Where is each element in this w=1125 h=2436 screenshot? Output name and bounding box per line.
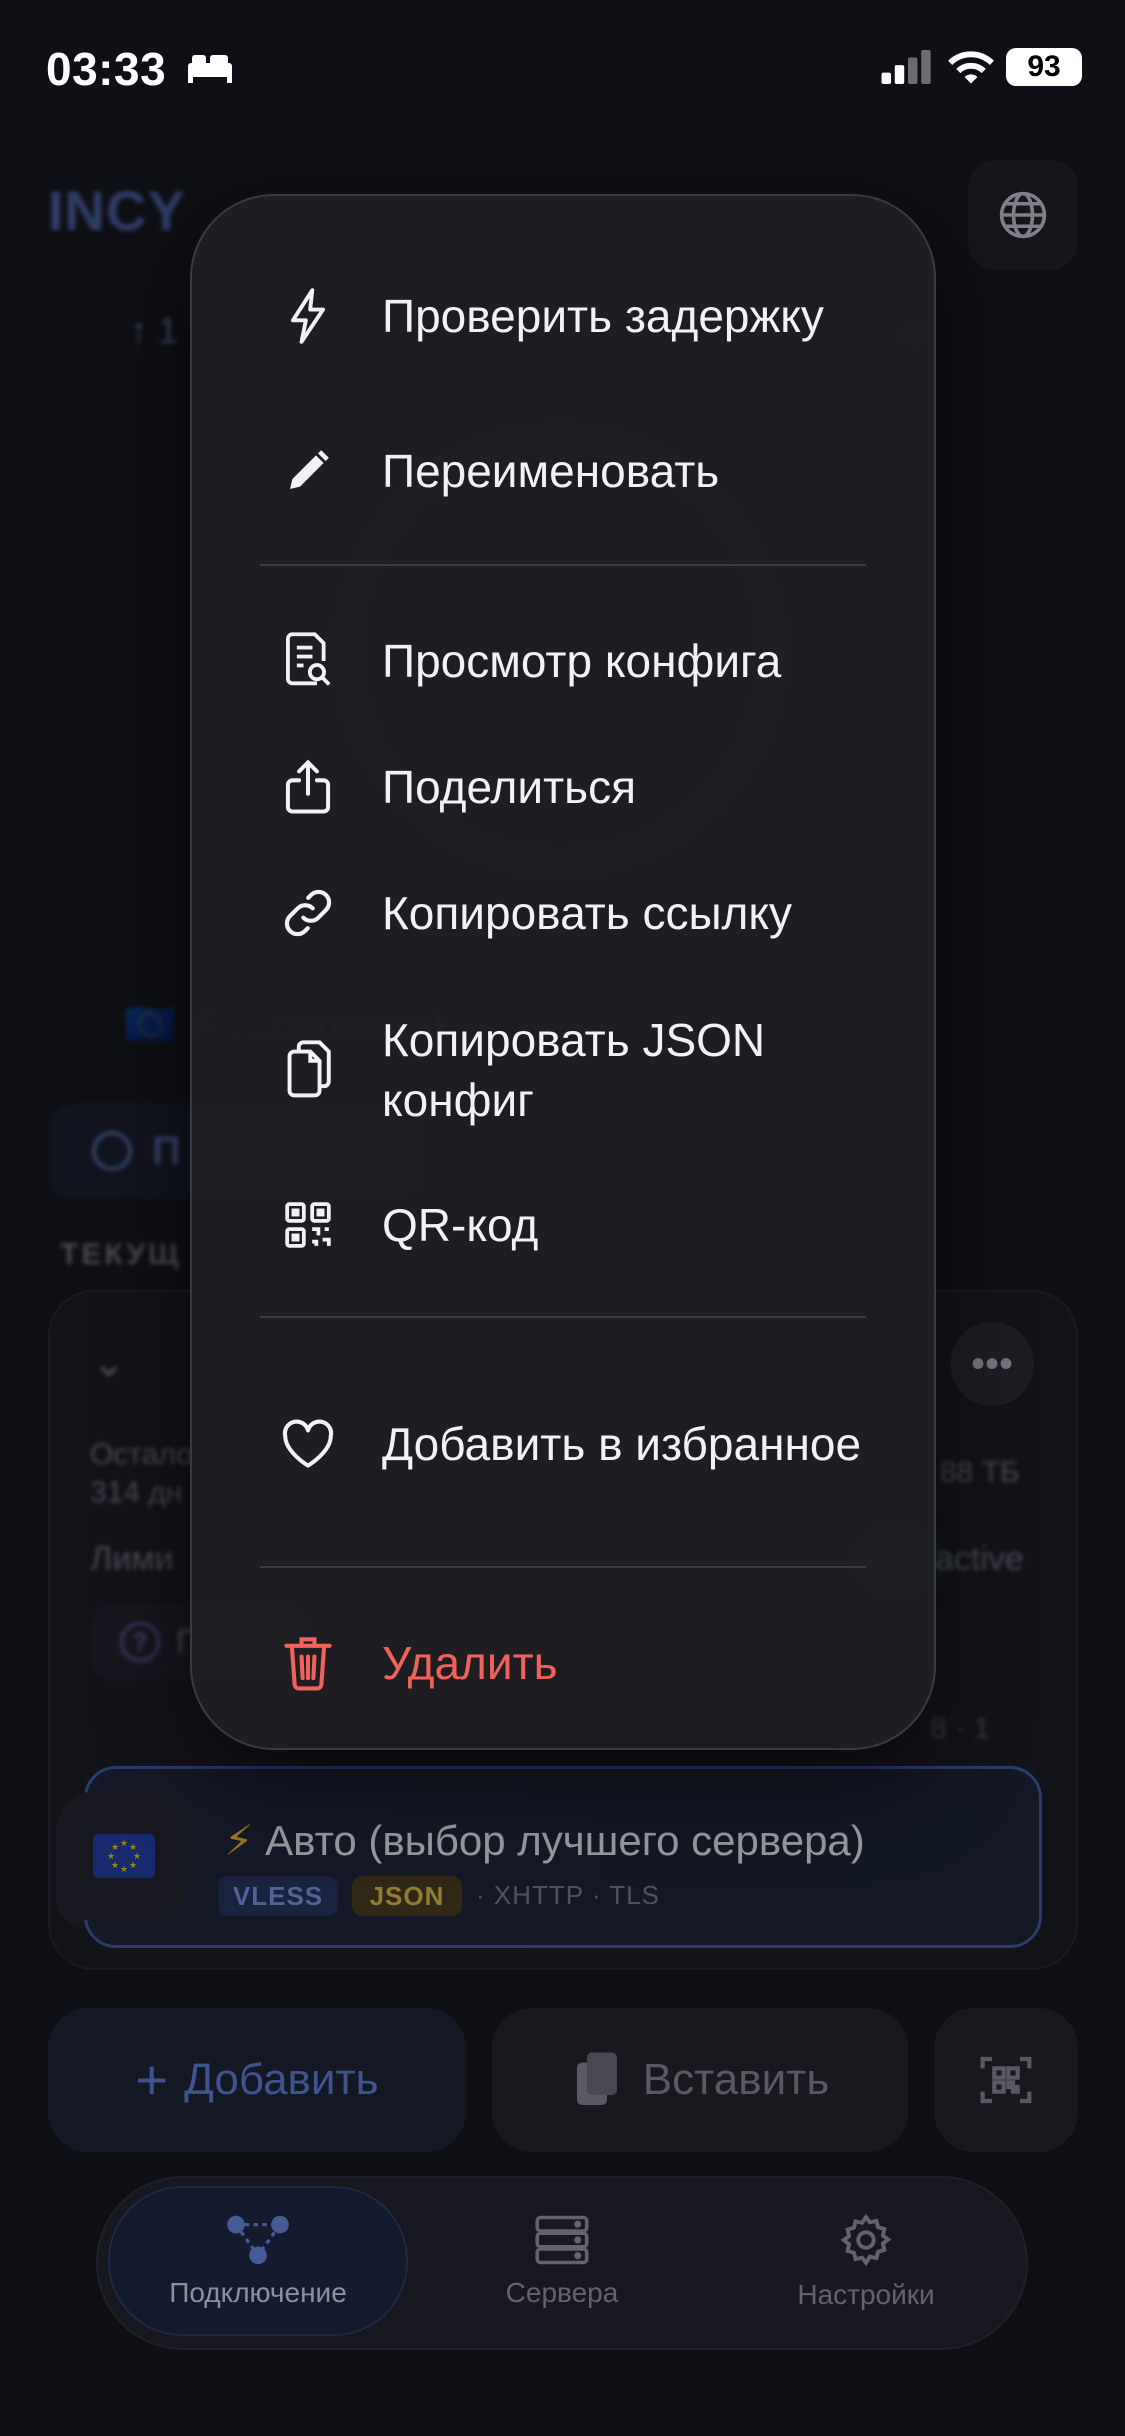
menu-divider [260, 564, 866, 566]
cellular-signal-icon [881, 50, 931, 84]
menu-item-view-config[interactable]: Просмотр конфига [190, 626, 936, 696]
share-icon [280, 759, 336, 815]
menu-divider [260, 1566, 866, 1568]
menu-item-copy-json[interactable]: Копировать JSON конфиг [190, 1010, 936, 1130]
pencil-icon [280, 443, 336, 499]
menu-item-copy-link[interactable]: Копировать ссылку [190, 878, 936, 948]
menu-item-label: Копировать ссылку [382, 887, 793, 939]
wifi-icon [948, 51, 994, 84]
bolt-icon [280, 288, 336, 344]
menu-divider [260, 1316, 866, 1318]
trash-icon [280, 1635, 336, 1691]
doc-search-icon [280, 632, 336, 689]
heart-icon [280, 1416, 336, 1472]
menu-item-share[interactable]: Поделиться [190, 752, 936, 822]
battery-indicator: 93 [1006, 48, 1082, 86]
menu-item-check-latency[interactable]: Проверить задержку [190, 256, 936, 376]
menu-item-label: Просмотр конфига [382, 635, 782, 687]
bed-icon [188, 55, 232, 83]
menu-item-rename[interactable]: Переименовать [190, 436, 936, 506]
menu-item-label: Копировать JSON конфиг [382, 1014, 766, 1126]
menu-item-label: Добавить в избранное [382, 1418, 862, 1470]
battery-level: 93 [1027, 50, 1061, 83]
menu-item-label: Поделиться [382, 761, 637, 813]
status-time: 03:33 [46, 43, 167, 95]
link-icon [280, 885, 336, 941]
context-menu [190, 194, 936, 1750]
menu-item-label: Удалить [382, 1637, 558, 1689]
menu-item-label: Проверить задержку [382, 290, 824, 342]
menu-item-qr-code[interactable]: QR-код [190, 1190, 936, 1260]
menu-item-label: QR-код [382, 1199, 539, 1251]
menu-item-label: Переименовать [382, 445, 720, 497]
menu-item-add-favorite[interactable]: Добавить в избранное [190, 1384, 936, 1504]
copy-icon [280, 1040, 336, 1098]
qr-icon [280, 1197, 336, 1253]
menu-item-delete[interactable]: Удалить [190, 1628, 936, 1698]
